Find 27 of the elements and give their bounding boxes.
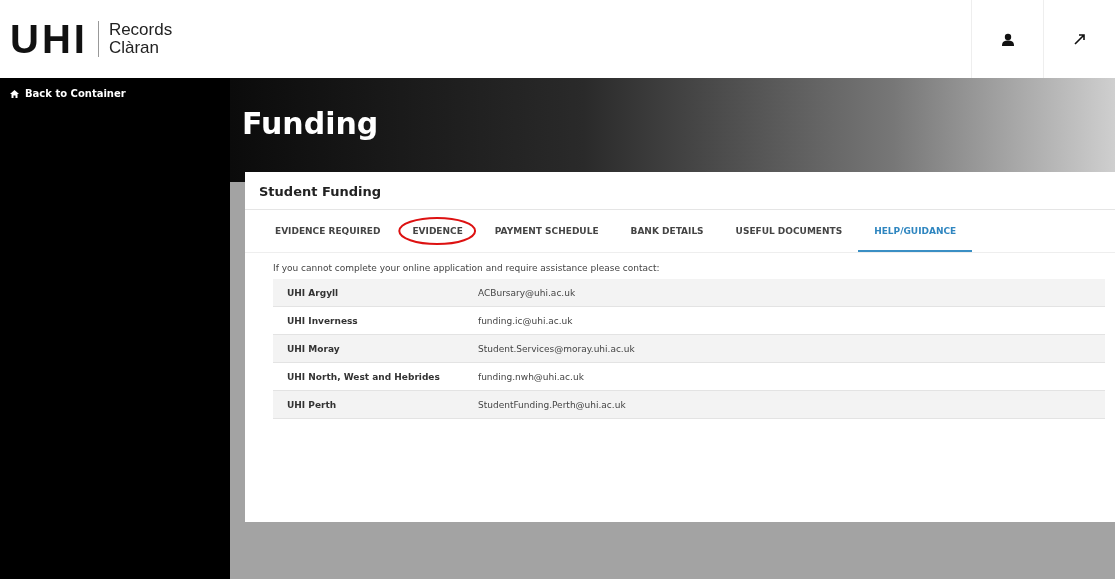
- table-cell-text: UHI North, West and Hebrides: [286, 371, 441, 382]
- table-cell: funding.nwh@uhi.ac.uk: [478, 371, 584, 382]
- table-cell-text: UHI Moray: [286, 343, 341, 354]
- tab[interactable]: EVIDENCE REQUIRED: [259, 210, 397, 252]
- back-link-label: Back to Container: [25, 88, 126, 99]
- tab[interactable]: USEFUL DOCUMENTS: [719, 210, 859, 252]
- tab[interactable]: BANK DETAILS: [614, 210, 720, 252]
- tab[interactable]: EVIDENCE: [396, 210, 479, 252]
- table-cell-text: UHI Perth: [286, 399, 338, 410]
- app-title: Records: [108, 21, 173, 39]
- table-cell: ACBursary@uhi.ac.uk: [478, 287, 576, 298]
- arrow-icon: [1073, 33, 1086, 45]
- app-title: Clàran: [108, 39, 160, 57]
- table-cell: Student.Services@moray.uhi.ac.uk: [478, 343, 635, 354]
- tab[interactable]: HELP/GUIDANCE: [858, 210, 973, 252]
- table-cell: funding.ic@uhi.ac.uk: [478, 315, 573, 326]
- table-cell-text: UHI Inverness: [286, 315, 359, 326]
- tab[interactable]: PAYMENT SCHEDULE: [478, 210, 615, 252]
- card-title: Student Funding: [245, 172, 1115, 210]
- table-cell-text: UHI Argyll: [286, 287, 340, 298]
- user-icon: [1001, 32, 1014, 46]
- home-icon: [10, 89, 19, 98]
- back-link[interactable]: Back to Container: [10, 88, 220, 99]
- logo: UHI: [10, 16, 88, 62]
- page-title: Funding: [242, 106, 379, 141]
- table-cell: StudentFunding.Perth@uhi.ac.uk: [478, 399, 626, 410]
- intro-text: If you cannot complete your online application and require assistance please contact:: [273, 263, 661, 273]
